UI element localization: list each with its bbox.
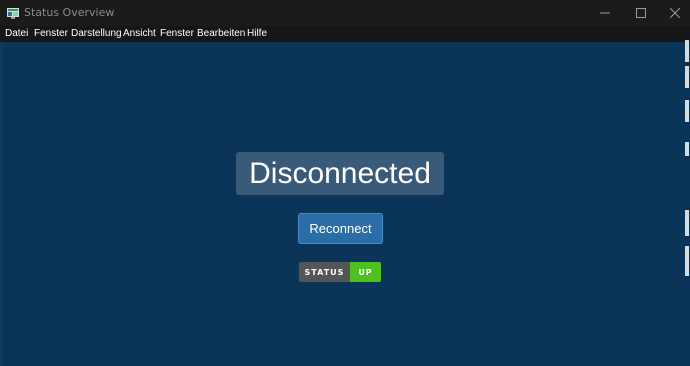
status-badge: STATUS UP [299,262,381,282]
close-icon [670,8,680,18]
app-window-icon [7,8,19,19]
maximize-icon [636,8,646,18]
menu-bar: Datei Fenster Darstellung Ansicht Fenste… [0,26,690,42]
menu-item-fenster-2[interactable]: Fenster [160,27,194,41]
connection-status-heading: Disconnected [236,152,444,195]
app-window: Status Overview Datei Fenster Darstellun… [0,0,690,366]
main-content [0,42,690,366]
window-title: Status Overview [24,6,115,19]
reconnect-button[interactable]: Reconnect [298,213,383,244]
menu-item-datei[interactable]: Datei [5,27,28,41]
menu-item-bearbeiten[interactable]: Bearbeiten [197,27,245,41]
left-edge [0,42,3,366]
menu-item-fenster[interactable]: Fenster [34,27,68,41]
close-button[interactable] [658,0,690,26]
maximize-button[interactable] [624,0,658,26]
menu-item-ansicht[interactable]: Ansicht [123,27,156,41]
status-badge-value: UP [350,262,381,282]
minimize-button[interactable] [588,0,622,26]
menu-item-hilfe[interactable]: Hilfe [247,27,267,41]
menu-item-darstellung[interactable]: Darstellung [71,27,122,41]
window-resize-edge[interactable] [684,40,690,366]
status-badge-label: STATUS [299,262,350,282]
minimize-icon [600,12,610,14]
title-bar[interactable]: Status Overview [0,0,690,26]
